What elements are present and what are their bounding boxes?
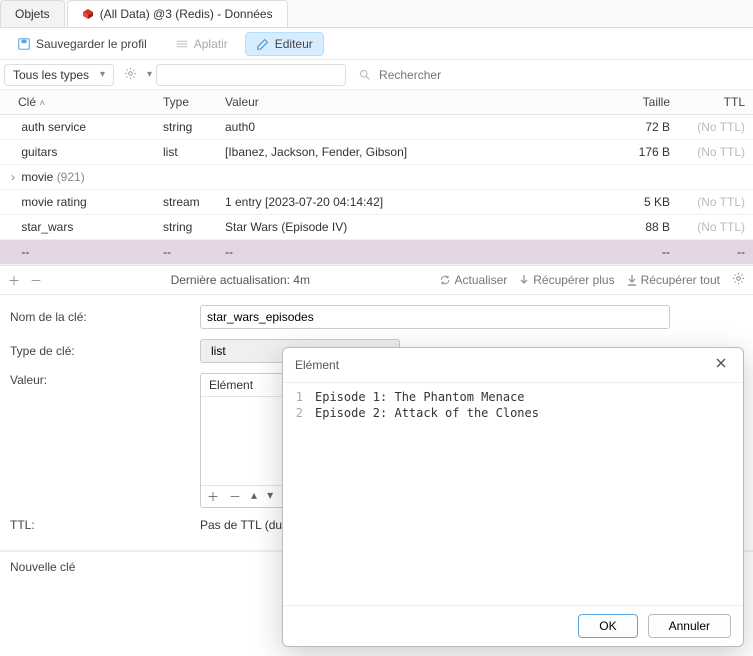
button-label: Editeur — [275, 37, 313, 51]
remove-row-button[interactable]: － — [30, 272, 42, 289]
tab-bar: Objets (All Data) @3 (Redis) - Données — [0, 0, 753, 28]
table-row[interactable]: movie ratingstream1 entry [2023-07-20 04… — [0, 190, 753, 215]
flatten-button[interactable]: Aplatir — [164, 32, 239, 56]
ok-button[interactable]: OK — [578, 614, 637, 638]
type-filter-combo[interactable]: Tous les types ▾ — [4, 64, 114, 86]
dialog-close-button[interactable] — [711, 356, 731, 374]
settings-button[interactable] — [732, 272, 745, 288]
add-row-button[interactable]: ＋ — [8, 272, 20, 289]
filter-row: Tous les types ▾ ▾ — [0, 60, 753, 90]
gear-icon — [732, 272, 745, 285]
save-icon — [17, 37, 31, 51]
chevron-down-icon: ▾ — [100, 69, 105, 80]
dialog-title: Elément — [295, 358, 339, 372]
tab-objects[interactable]: Objets — [0, 0, 65, 27]
down-all-icon — [627, 274, 637, 286]
save-profile-button[interactable]: Sauvegarder le profil — [6, 32, 158, 56]
value-remove-button[interactable]: － — [229, 488, 241, 505]
flatten-icon — [175, 37, 189, 51]
new-key-label: Nouvelle clé — [10, 560, 75, 574]
code-area[interactable]: Episode 1: The Phantom MenaceEpisode 2: … — [311, 383, 743, 605]
value-down-button[interactable]: ▾ — [267, 488, 273, 505]
chevron-down-icon[interactable]: ▾ — [147, 69, 152, 80]
gear-icon — [124, 67, 137, 80]
col-key[interactable]: Clé ˄ — [0, 90, 155, 115]
redis-icon — [82, 8, 94, 20]
filter-settings-button[interactable] — [118, 67, 143, 83]
key-name-label: Nom de la clé: — [10, 310, 200, 324]
button-label: Sauvegarder le profil — [36, 37, 147, 51]
refresh-button[interactable]: Actualiser — [439, 273, 508, 287]
button-label: Aplatir — [194, 37, 228, 51]
toolbar: Sauvegarder le profil Aplatir Editeur — [0, 28, 753, 60]
table-header-row: Clé ˄ Type Valeur Taille TTL — [0, 90, 753, 115]
cancel-button[interactable]: Annuler — [648, 614, 731, 638]
col-ttl[interactable]: TTL — [678, 90, 753, 115]
down-arrow-icon — [519, 274, 529, 286]
action-bar: ＋ － Dernière actualisation: 4m Actualise… — [0, 265, 753, 295]
search-input[interactable] — [377, 67, 741, 83]
keys-table: Clé ˄ Type Valeur Taille TTL auth servic… — [0, 90, 753, 265]
fetch-more-button[interactable]: Récupérer plus — [519, 273, 614, 287]
table-row[interactable]: ---------- — [0, 240, 753, 265]
value-label: Valeur: — [10, 373, 200, 387]
element-dialog: Elément 12 Episode 1: The Phantom Menace… — [282, 347, 744, 647]
table-row[interactable]: star_warsstringStar Wars (Episode IV)88 … — [0, 215, 753, 240]
tab-label: Objets — [15, 7, 50, 21]
editor-button[interactable]: Editeur — [245, 32, 324, 56]
col-value[interactable]: Valeur — [217, 90, 608, 115]
refresh-icon — [439, 274, 451, 286]
search-icon — [358, 68, 371, 81]
tab-label: (All Data) @3 (Redis) - Données — [100, 7, 273, 21]
tab-data[interactable]: (All Data) @3 (Redis) - Données — [67, 0, 288, 27]
col-type[interactable]: Type — [155, 90, 217, 115]
search-box — [350, 67, 749, 83]
filter-input[interactable] — [156, 64, 346, 86]
table-row[interactable]: › movie (921) — [0, 165, 753, 190]
combo-label: Tous les types — [13, 68, 89, 82]
sort-asc-icon: ˄ — [39, 98, 45, 109]
table-row[interactable]: guitarslist[Ibanez, Jackson, Fender, Gib… — [0, 140, 753, 165]
close-icon — [715, 357, 727, 369]
col-size[interactable]: Taille — [608, 90, 678, 115]
key-type-label: Type de clé: — [10, 344, 200, 358]
fetch-all-button[interactable]: Récupérer tout — [627, 273, 720, 287]
value-up-button[interactable]: ▴ — [251, 488, 257, 505]
edit-icon — [256, 37, 270, 51]
value-add-button[interactable]: ＋ — [207, 488, 219, 505]
last-update-text: Dernière actualisation: 4m — [42, 273, 439, 287]
ttl-label: TTL: — [10, 518, 200, 532]
key-name-input[interactable] — [200, 305, 670, 329]
line-gutter: 12 — [283, 383, 311, 605]
dialog-editor[interactable]: 12 Episode 1: The Phantom MenaceEpisode … — [283, 382, 743, 606]
app-window: Objets (All Data) @3 (Redis) - Données S… — [0, 0, 753, 656]
table-row[interactable]: auth servicestringauth072 B(No TTL) — [0, 115, 753, 140]
